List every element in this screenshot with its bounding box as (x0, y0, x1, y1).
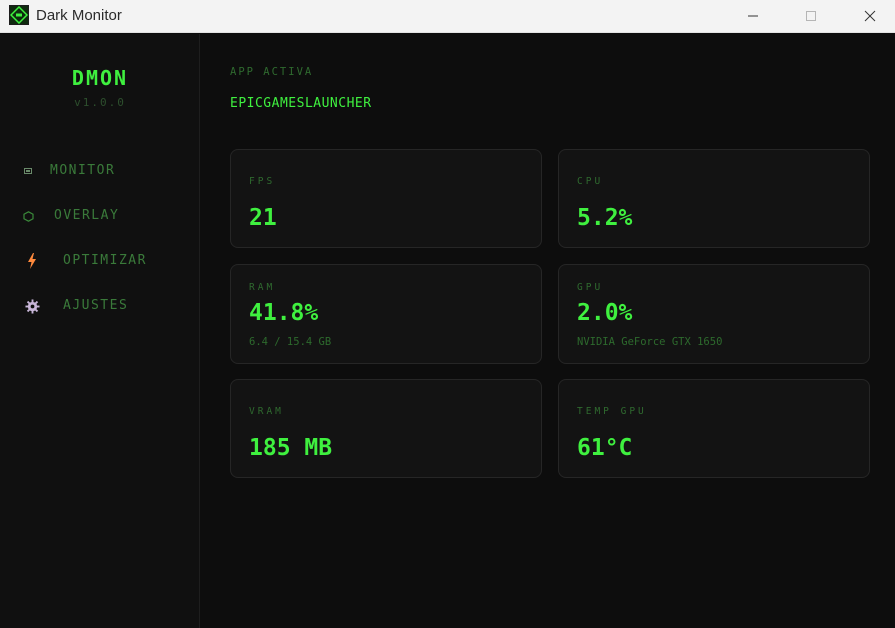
close-button[interactable] (845, 0, 895, 32)
card-value: 2.0% (577, 300, 633, 326)
card-ram: RAM 41.8% 6.4 / 15.4 GB (230, 264, 542, 364)
card-value: 61°C (577, 435, 633, 461)
card-label: CPU (577, 176, 604, 187)
sidebar-item-ajustes[interactable]: AJUSTES (0, 289, 200, 323)
active-app-label: APP ACTIVA (230, 66, 314, 78)
maximize-icon (805, 7, 817, 26)
card-label: GPU (577, 282, 604, 293)
card-value: 5.2% (577, 205, 633, 231)
card-value: 41.8% (249, 300, 319, 326)
main-panel: APP ACTIVA EPICGAMESLAUNCHER FPS 21 CPU … (201, 34, 895, 628)
sidebar: DMON v1.0.0 MONITOR OVERLAY OPTIMIZAR AJ… (0, 34, 200, 628)
gear-icon (24, 298, 40, 314)
card-subtext: 6.4 / 15.4 GB (249, 336, 332, 348)
card-label: RAM (249, 282, 276, 293)
card-cpu: CPU 5.2% (558, 149, 870, 248)
card-subtext: NVIDIA GeForce GTX 1650 (577, 336, 723, 348)
card-vram: VRAM 185 MB (230, 379, 542, 478)
minimize-icon (747, 7, 759, 26)
maximize-button[interactable] (786, 0, 836, 32)
sidebar-item-label: MONITOR (50, 163, 116, 178)
app-version: v1.0.0 (74, 96, 126, 109)
monitor-icon (20, 163, 36, 179)
sidebar-item-overlay[interactable]: OVERLAY (0, 199, 200, 233)
window-titlebar: Dark Monitor (0, 0, 895, 33)
sidebar-item-label: OVERLAY (54, 208, 120, 223)
card-temp-gpu: TEMP GPU 61°C (558, 379, 870, 478)
card-value: 185 MB (249, 435, 333, 461)
dmon-app-icon (9, 5, 29, 25)
sidebar-item-optimizar[interactable]: OPTIMIZAR (0, 244, 200, 278)
sidebar-item-label: OPTIMIZAR (63, 253, 147, 268)
card-label: TEMP GPU (577, 406, 647, 417)
sidebar-item-monitor[interactable]: MONITOR (0, 154, 200, 188)
minimize-button[interactable] (728, 0, 778, 32)
card-label: FPS (249, 176, 276, 187)
brand-logo: DMON (71, 66, 129, 90)
lightning-icon (24, 253, 40, 269)
close-icon (864, 7, 876, 26)
active-app-name: EPICGAMESLAUNCHER (230, 96, 372, 111)
window-title: Dark Monitor (36, 7, 122, 24)
card-gpu: GPU 2.0% NVIDIA GeForce GTX 1650 (558, 264, 870, 364)
sidebar-item-label: AJUSTES (63, 298, 129, 313)
card-label: VRAM (249, 406, 284, 417)
hexagon-icon (20, 208, 36, 224)
card-fps: FPS 21 (230, 149, 542, 248)
card-value: 21 (249, 205, 277, 231)
